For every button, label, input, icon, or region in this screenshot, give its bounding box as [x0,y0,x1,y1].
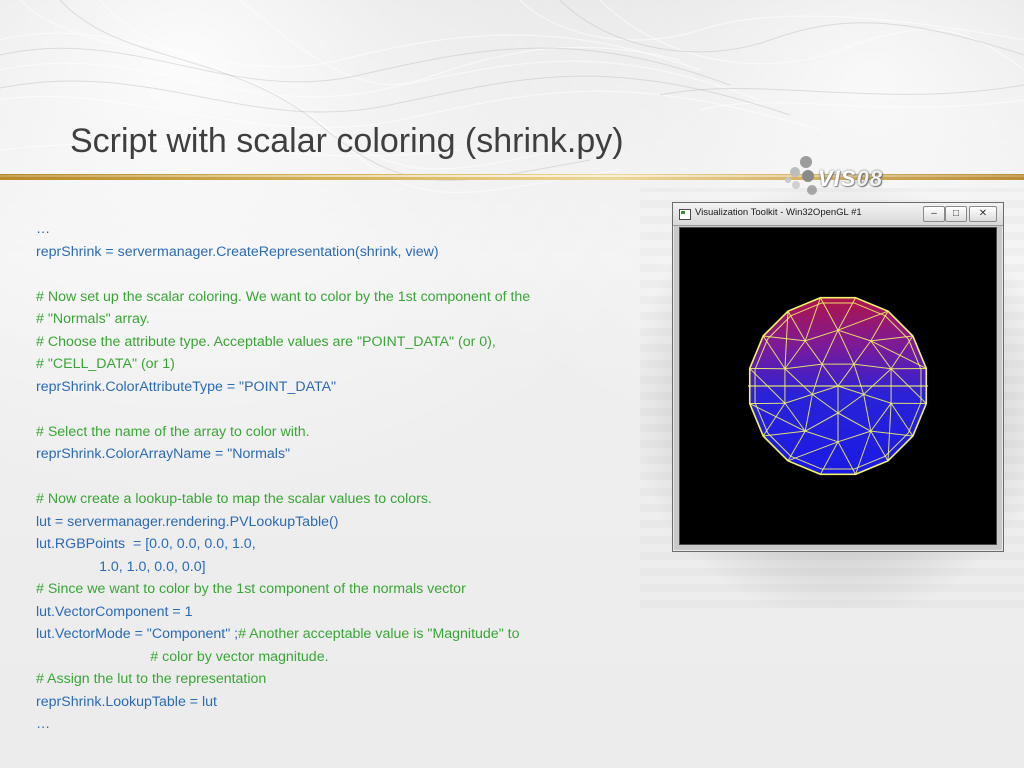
code-text: reprShrink = servermanager.CreateReprese… [36,243,439,260]
code-text: reprShrink.ColorAttributeType = "POINT_D… [36,378,337,395]
code-comment: # Choose the attribute type. Acceptable … [36,333,496,350]
code-comment: # "CELL_DATA" (or 1) [36,356,175,372]
code-comment: # Now create a lookup-table to map the s… [36,491,432,507]
code-listing: … reprShrink = servermanager.CreateRepres… [36,218,530,736]
code-comment: # color by vector magnitude. [36,648,329,665]
code-comment: # Another acceptable value is "Magnitude… [238,626,520,642]
code-line: # Select the name of the array to color … [36,421,530,444]
code-comment: # Select the name of the array to color … [36,423,310,440]
code-text: lut.RGBPoints = [0.0, 0.0, 0.0, 1.0, [36,536,256,552]
code-line: lut.VectorComponent = 1 [36,601,530,624]
render-viewport[interactable] [679,227,997,545]
maximize-button[interactable]: □ [945,206,967,222]
shrunk-sphere-render[interactable] [680,228,996,544]
code-line: reprShrink.LookupTable = lut [36,691,530,714]
window-app-icon[interactable] [679,209,691,220]
code-text: reprShrink.ColorArrayName = "Normals" [36,446,291,462]
code-line: # color by vector magnitude. [36,646,530,669]
code-line: # Assign the lut to the representation [36,668,530,691]
code-text: lut.VectorComponent = 1 [36,603,193,620]
code-text: … [36,716,51,732]
code-line: # "CELL_DATA" (or 1) [36,353,530,376]
code-line: lut.VectorMode = "Component" ;# Another … [36,623,530,646]
code-line: # Now create a lookup-table to map the s… [36,488,530,511]
code-comment: # Assign the lut to the representation [36,671,267,687]
code-text: reprShrink.LookupTable = lut [36,693,218,710]
code-line: # "Normals" array. [36,308,530,331]
code-comment: # "Normals" array. [36,311,150,327]
window-titlebar[interactable]: Visualization Toolkit - Win32OpenGL #1 –… [673,203,1003,226]
minimize-button[interactable]: – [923,206,945,222]
code-line: … [36,218,530,241]
code-line: # Choose the attribute type. Acceptable … [36,331,530,354]
code-text: … [36,221,51,237]
code-line: 1.0, 1.0, 0.0, 0.0] [36,556,530,579]
code-comment: # Now set up the scalar coloring. We wan… [36,288,531,305]
close-button[interactable]: ✕ [969,206,997,222]
code-line: reprShrink = servermanager.CreateReprese… [36,241,530,264]
code-line: reprShrink.ColorArrayName = "Normals" [36,443,530,466]
window-title: Visualization Toolkit - Win32OpenGL #1 [695,207,862,218]
code-text: lut = servermanager.rendering.PVLookupTa… [36,513,339,530]
vtk-render-window[interactable]: Visualization Toolkit - Win32OpenGL #1 –… [672,202,1004,552]
code-line: # Now set up the scalar coloring. We wan… [36,286,530,309]
code-line: reprShrink.ColorAttributeType = "POINT_D… [36,376,530,399]
slide-title: Script with scalar coloring (shrink.py) [70,122,624,160]
code-text: lut.VectorMode = "Component" ; [36,626,239,642]
code-comment: # Since we want to color by the 1st comp… [36,581,466,597]
code-line: lut = servermanager.rendering.PVLookupTa… [36,511,530,534]
code-line: # Since we want to color by the 1st comp… [36,578,530,601]
code-text: 1.0, 1.0, 0.0, 0.0] [36,558,206,575]
code-line: … [36,713,530,736]
code-line: lut.RGBPoints = [0.0, 0.0, 0.0, 1.0, [36,533,530,556]
